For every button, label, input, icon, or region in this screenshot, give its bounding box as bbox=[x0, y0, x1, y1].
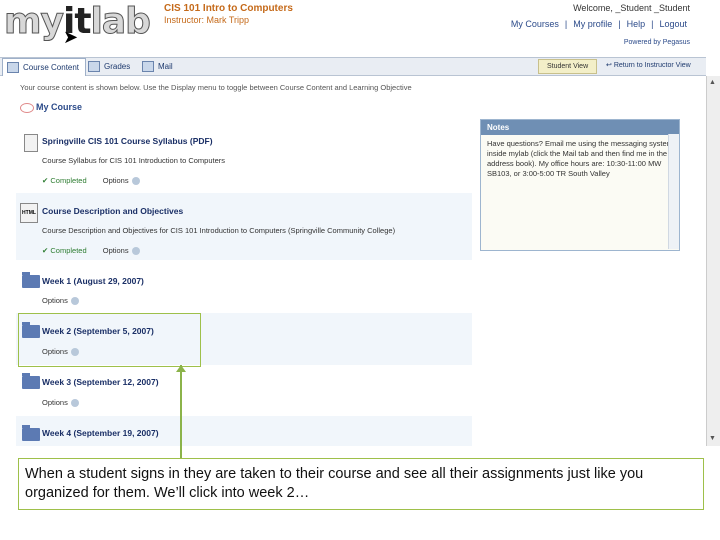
item-description: Course Syllabus for CIS 101 Introduction… bbox=[42, 156, 226, 165]
intro-text: Your course content is shown below. Use … bbox=[20, 83, 412, 92]
grades-icon bbox=[88, 61, 100, 73]
options-icon bbox=[131, 247, 140, 256]
callout-box: When a student signs in they are taken t… bbox=[18, 458, 704, 510]
course-description-link[interactable]: Course Description and Objectives bbox=[42, 206, 183, 216]
notes-scrollbar[interactable] bbox=[668, 134, 679, 249]
my-course-link[interactable]: My Course bbox=[36, 102, 82, 112]
options-icon bbox=[70, 297, 79, 306]
item-meta: ✔ Completed Options bbox=[42, 246, 140, 256]
options-icon bbox=[70, 399, 79, 408]
week-3-link[interactable]: Week 3 (September 12, 2007) bbox=[42, 377, 159, 387]
course-title: CIS 101 Intro to Computers bbox=[164, 3, 293, 14]
return-instructor-view-link[interactable]: ↩ Return to Instructor View bbox=[606, 59, 691, 72]
mouse-pointer-icon: ➤ bbox=[63, 27, 79, 47]
back-arrow-icon[interactable] bbox=[20, 103, 34, 113]
folder-icon bbox=[22, 425, 40, 441]
callout-connector bbox=[180, 365, 182, 458]
week-4-link[interactable]: Week 4 (September 19, 2007) bbox=[42, 428, 159, 438]
tab-course-content[interactable]: Course Content bbox=[2, 58, 86, 76]
scroll-up-icon[interactable]: ▲ bbox=[708, 78, 717, 87]
separator: | bbox=[651, 19, 654, 29]
options-menu[interactable]: Options bbox=[103, 176, 140, 186]
welcome-text: Welcome, _Student _Student bbox=[573, 3, 690, 13]
tab-mail[interactable]: Mail bbox=[142, 58, 173, 75]
options-menu[interactable]: Options bbox=[42, 296, 79, 306]
student-view-button[interactable]: Student View bbox=[538, 59, 598, 74]
item-meta: ✔ Completed Options bbox=[42, 176, 140, 186]
separator: | bbox=[564, 19, 568, 29]
tab-grades[interactable]: Grades bbox=[88, 58, 130, 75]
options-menu[interactable]: Options bbox=[103, 246, 140, 256]
options-icon bbox=[131, 177, 140, 186]
callout-text: When a student signs in they are taken t… bbox=[25, 466, 644, 501]
completed-status: ✔ Completed bbox=[42, 176, 87, 185]
document-icon bbox=[24, 134, 38, 152]
completed-status: ✔ Completed bbox=[42, 246, 87, 255]
folder-icon bbox=[22, 373, 40, 389]
week-1-link[interactable]: Week 1 (August 29, 2007) bbox=[42, 276, 144, 286]
item-description: Course Description and Objectives for CI… bbox=[42, 226, 396, 235]
html-file-icon: HTML bbox=[20, 203, 38, 223]
arrow-up-icon bbox=[176, 365, 186, 372]
week-2-highlight bbox=[18, 313, 201, 367]
top-nav-links: My Courses | My profile | Help | Logout bbox=[508, 19, 690, 29]
notes-panel: Notes Have questions? Email me using the… bbox=[480, 119, 680, 251]
mail-icon bbox=[142, 61, 154, 73]
syllabus-link[interactable]: Springville CIS 101 Course Syllabus (PDF… bbox=[42, 136, 213, 146]
notes-title: Notes bbox=[481, 120, 679, 135]
options-menu[interactable]: Options bbox=[42, 398, 79, 408]
tab-bar: Course Content Grades Mail Student View … bbox=[0, 57, 706, 76]
content-icon bbox=[7, 62, 19, 74]
help-link[interactable]: Help bbox=[627, 19, 646, 29]
folder-icon bbox=[22, 272, 40, 288]
logout-link[interactable]: Logout bbox=[659, 19, 687, 29]
notes-body: Have questions? Email me using the messa… bbox=[487, 139, 673, 178]
page-scrollbar[interactable] bbox=[706, 76, 720, 446]
scroll-down-icon[interactable]: ▼ bbox=[708, 434, 717, 443]
instructor-name: Instructor: Mark Tripp bbox=[164, 15, 250, 25]
powered-by: Powered by Pegasus bbox=[623, 39, 690, 46]
my-profile-link[interactable]: My profile bbox=[573, 19, 612, 29]
separator: | bbox=[618, 19, 621, 29]
my-courses-link[interactable]: My Courses bbox=[511, 19, 559, 29]
app-header: myitlab ➤ CIS 101 Intro to Computers Ins… bbox=[0, 0, 706, 55]
